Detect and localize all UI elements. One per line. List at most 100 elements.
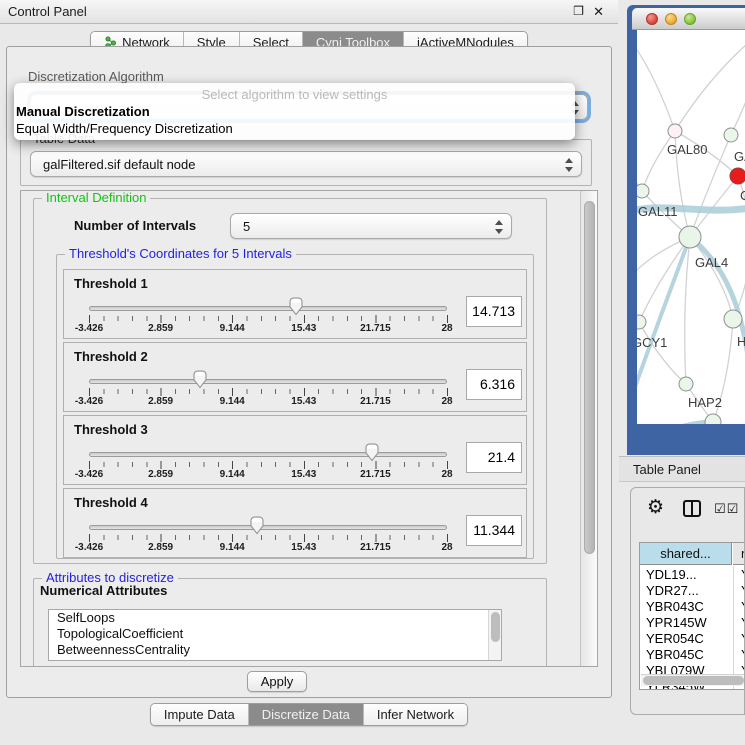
attributes-group: Attributes to discretize Numerical Attri… (33, 578, 547, 667)
threshold-slider-track[interactable] (89, 452, 447, 457)
table-row[interactable]: YDL19... YDL1 (640, 567, 745, 583)
threshold-slider-track[interactable] (89, 525, 447, 530)
viewport-scrollbar-thumb[interactable] (584, 201, 595, 554)
network-node-label: C (740, 188, 745, 203)
slider-tick-label: 9.144 (200, 396, 264, 407)
threshold-value-field[interactable]: 21.4 (466, 442, 522, 473)
checkbox-icons[interactable]: ☑☑ (714, 501, 739, 517)
number-of-intervals-combobox[interactable]: 5 (230, 213, 512, 239)
bottom-tab-bar: Impute DataDiscretize DataInfer Network (0, 703, 618, 726)
slider-major-ticks (89, 388, 448, 396)
network-graph: GAL80GACGAL11GAL4GCY1HHAP2 (637, 30, 745, 424)
network-node-label: GAL11 (638, 204, 678, 219)
slider-tick-label: -3.426 (57, 542, 121, 553)
table-data-combobox[interactable]: galFiltered.sif default node (30, 151, 582, 177)
attributes-scrollbar[interactable] (488, 610, 501, 660)
cell-shared-name[interactable]: YBR043C (646, 599, 732, 615)
apply-button[interactable]: Apply (247, 671, 307, 692)
table-scrollbar-thumb[interactable] (643, 676, 744, 685)
table-row[interactable]: YBR043C YBR0 (640, 599, 745, 615)
table-row[interactable]: YBR045C YBR0 (640, 647, 745, 663)
slider-tick-label: 2.859 (129, 542, 193, 553)
algorithm-option-manual[interactable]: Manual Discretization (16, 104, 150, 119)
numerical-attributes-list[interactable]: SelfLoopsTopologicalCoefficientBetweenne… (48, 609, 502, 661)
close-window-icon[interactable]: ✕ (593, 4, 604, 20)
table-horizontal-scrollbar[interactable] (641, 674, 745, 686)
node-attribute-table[interactable]: shared... n... YDL19...YDL1YDR27...YDR2Y… (639, 542, 745, 690)
network-node[interactable] (724, 310, 742, 328)
cell-shared-name[interactable]: YBR045C (646, 647, 732, 663)
threshold-label: Threshold 4 (74, 495, 148, 510)
network-edge-thick (637, 422, 713, 424)
cell-shared-name[interactable]: YER054C (646, 631, 732, 647)
table-row[interactable]: YDR27... YDR2 (640, 583, 745, 599)
threshold-slider-thumb[interactable] (364, 443, 380, 462)
cell-shared-name[interactable]: YDL19... (646, 567, 732, 583)
network-node[interactable] (724, 128, 738, 142)
cell-name[interactable]: YER0 (741, 631, 745, 647)
slider-major-ticks (89, 315, 448, 323)
algorithm-placeholder-option[interactable]: Select algorithm to view settings (14, 87, 575, 102)
network-canvas[interactable]: GAL80GACGAL11GAL4GCY1HHAP2 (637, 30, 745, 424)
network-node-label: H (737, 334, 745, 349)
network-node-label: GAL4 (695, 255, 728, 270)
network-edge (685, 237, 690, 384)
tab-infer-network[interactable]: Infer Network (363, 704, 467, 725)
attribute-list-item[interactable]: SelfLoops (49, 610, 501, 626)
threshold-slider-thumb[interactable] (288, 297, 304, 316)
threshold-slider-track[interactable] (89, 379, 447, 384)
slider-tick-label: 15.43 (272, 396, 336, 407)
float-window-icon[interactable]: ❒ (573, 4, 584, 18)
network-node-label: HAP2 (688, 395, 722, 410)
threshold-slider-track[interactable] (89, 306, 447, 311)
network-node-label: GCY1 (637, 335, 667, 350)
threshold-panel-4: Threshold 4-3.4262.8599.14415.4321.71528… (63, 488, 527, 558)
attribute-list-item[interactable]: BetweennessCentrality (49, 642, 501, 658)
threshold-panel-1: Threshold 1-3.4262.8599.14415.4321.71528… (63, 269, 527, 339)
thresholds-group: Threshold's Coordinates for 5 Intervals … (56, 254, 534, 559)
traffic-light-minimize-icon[interactable] (665, 13, 677, 25)
slider-tick-label: 21.715 (343, 323, 407, 334)
tab-impute-data[interactable]: Impute Data (151, 704, 248, 725)
network-node[interactable] (679, 226, 701, 248)
column-header-name[interactable]: n... (733, 543, 745, 565)
algorithm-option-equal-width[interactable]: Equal Width/Frequency Discretization (16, 121, 233, 136)
tab-discretize-data[interactable]: Discretize Data (248, 704, 363, 725)
column-header-shared-name[interactable]: shared... (640, 543, 732, 565)
threshold-value-field[interactable]: 14.713 (466, 296, 522, 327)
threshold-slider-thumb[interactable] (192, 370, 208, 389)
cell-name[interactable]: YBR0 (741, 599, 745, 615)
traffic-light-zoom-icon[interactable] (684, 13, 696, 25)
network-node[interactable] (730, 168, 745, 184)
columns-icon[interactable] (683, 500, 701, 517)
cell-name[interactable]: YBR0 (741, 647, 745, 663)
cell-shared-name[interactable]: YPR145W (646, 615, 732, 631)
network-node[interactable] (668, 124, 682, 138)
network-node[interactable] (679, 377, 693, 391)
tab-group: Impute DataDiscretize DataInfer Network (150, 703, 468, 726)
network-node[interactable] (637, 315, 646, 329)
attributes-scrollbar-thumb[interactable] (491, 612, 500, 642)
threshold-value-field[interactable]: 6.316 (466, 369, 522, 400)
cell-name[interactable]: YDR2 (741, 583, 745, 599)
table-row[interactable]: YPR145W YPR1 (640, 615, 745, 631)
gear-icon[interactable]: ⚙ (647, 496, 664, 519)
traffic-light-close-icon[interactable] (646, 13, 658, 25)
settings-scroll-viewport: Interval Definition Number of Intervals … (20, 190, 598, 667)
cell-shared-name[interactable]: YDR27... (646, 583, 732, 599)
slider-tick-label: 15.43 (272, 323, 336, 334)
network-edge (637, 50, 675, 131)
threshold-label: Threshold 3 (74, 422, 148, 437)
slider-tick-label: 21.715 (343, 469, 407, 480)
slider-tick-label: 2.859 (129, 469, 193, 480)
cell-name[interactable]: YPR1 (741, 615, 745, 631)
cell-name[interactable]: YDL1 (741, 567, 745, 583)
slider-tick-label: 9.144 (200, 469, 264, 480)
threshold-value-field[interactable]: 11.344 (466, 515, 522, 546)
attribute-list-item[interactable]: TopologicalCoefficient (49, 626, 501, 642)
table-toolbar: ⚙ ☑☑ (631, 488, 744, 530)
table-row[interactable]: YER054C YER0 (640, 631, 745, 647)
threshold-slider-thumb[interactable] (249, 516, 265, 535)
viewport-scrollbar[interactable] (580, 191, 597, 666)
network-node[interactable] (637, 184, 649, 198)
